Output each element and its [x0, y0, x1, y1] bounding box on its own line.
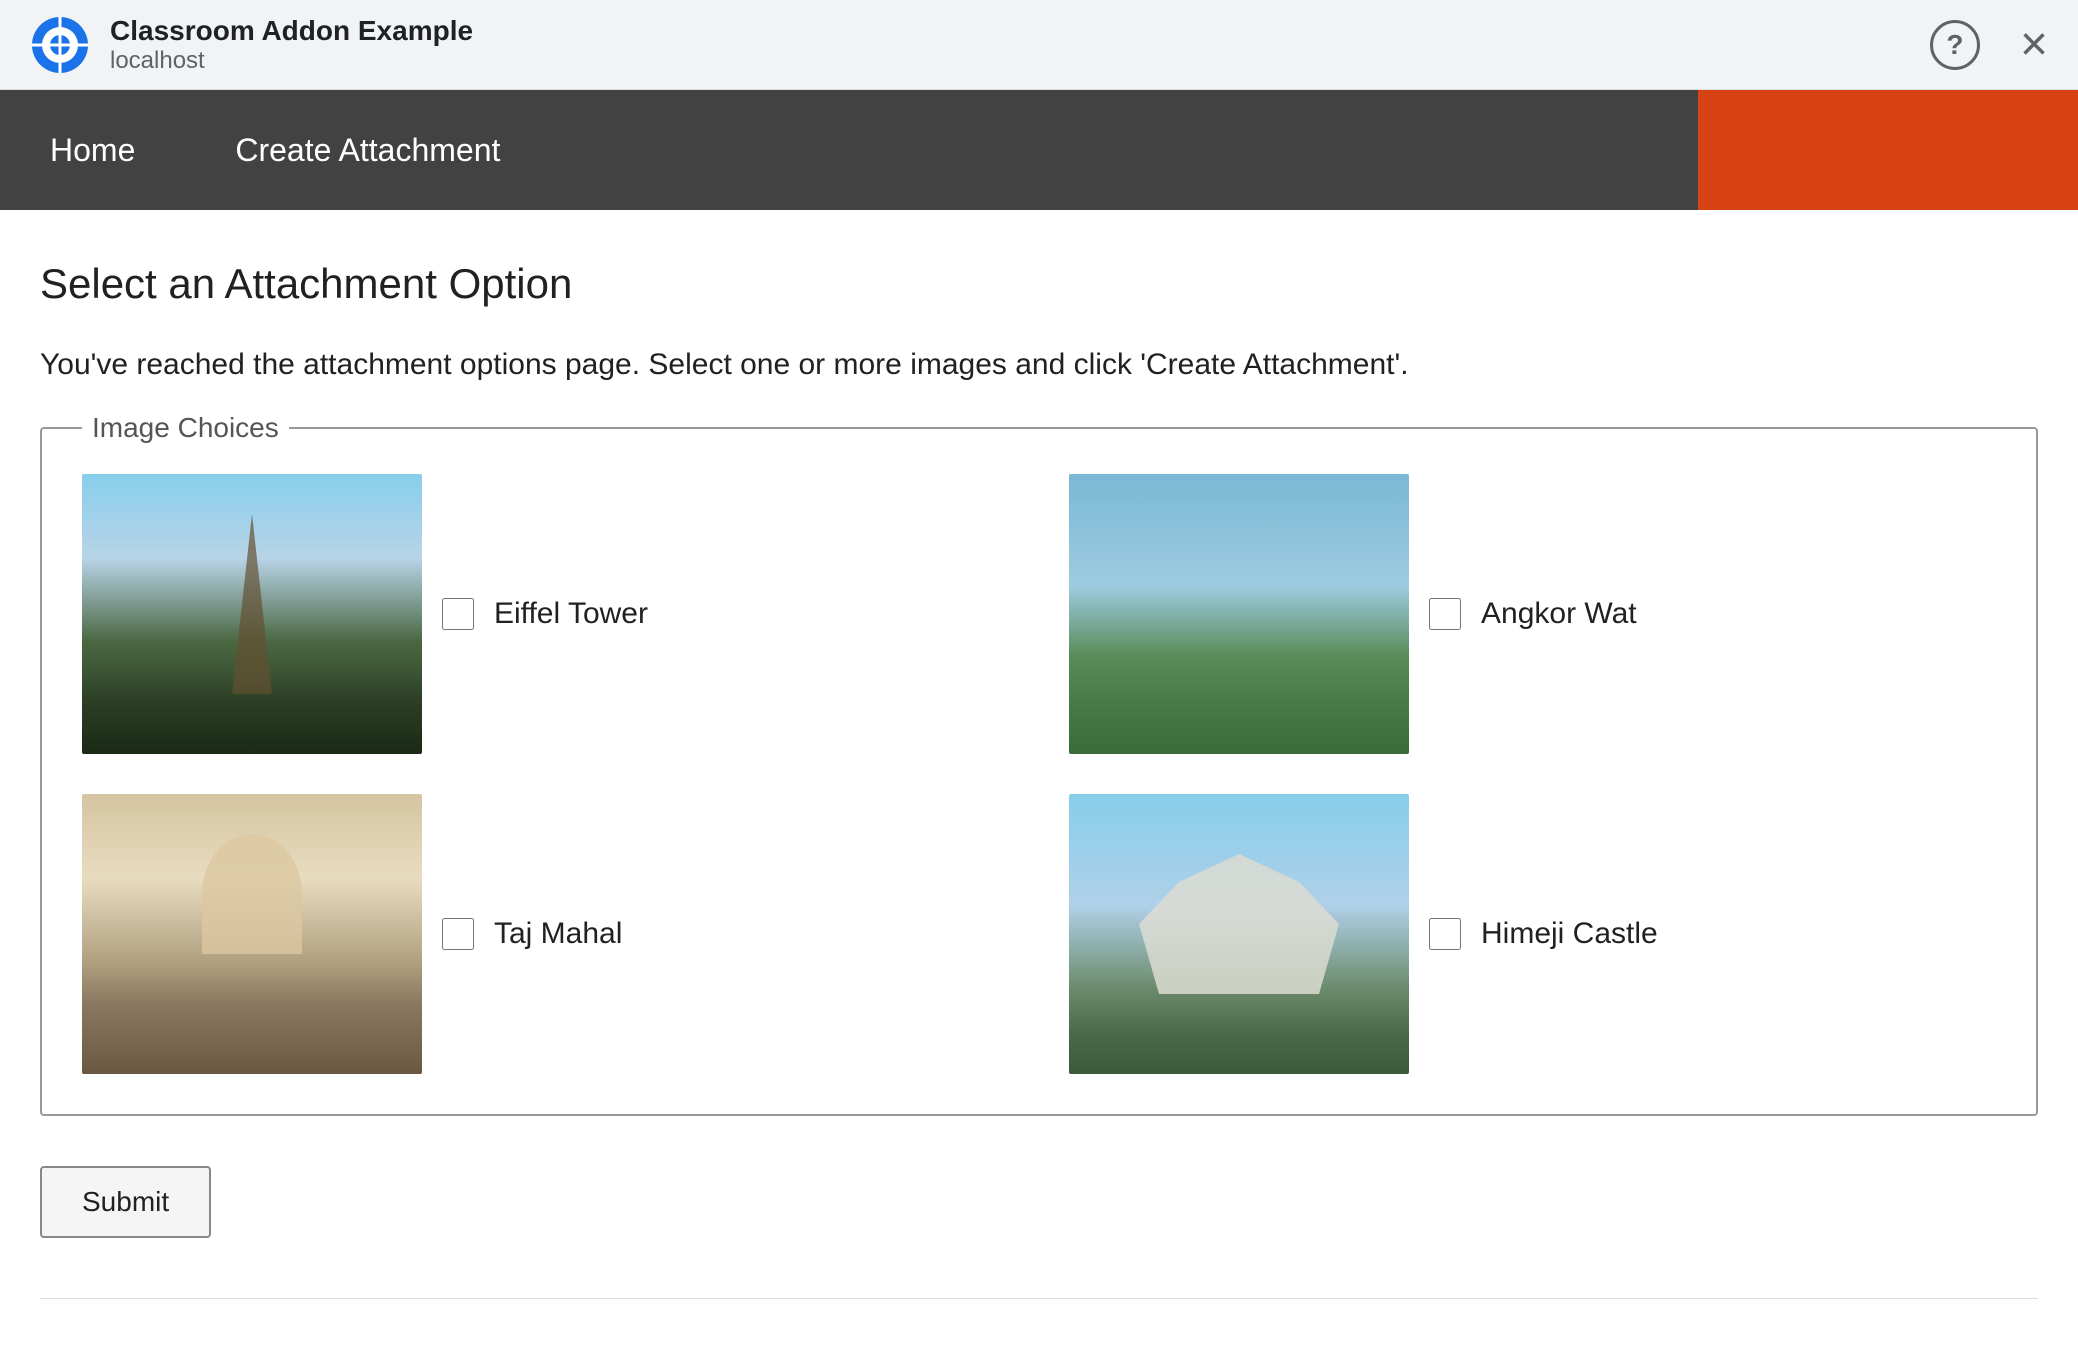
eiffel-tower-checkbox[interactable]: [442, 598, 474, 630]
bottom-divider: [40, 1298, 2038, 1299]
main-content: Select an Attachment Option You've reach…: [0, 210, 2078, 1349]
browser-actions: ? ×: [1930, 20, 2048, 70]
help-button[interactable]: ?: [1930, 20, 1980, 70]
close-button[interactable]: ×: [2020, 21, 2048, 69]
image-grid: Eiffel Tower Angkor Wat Taj Mahal Himeji…: [82, 474, 1996, 1074]
image-choices-legend: Image Choices: [82, 412, 289, 444]
nav-create-attachment[interactable]: Create Attachment: [185, 90, 550, 210]
eiffel-tower-image: [82, 474, 422, 754]
nav-home[interactable]: Home: [0, 90, 185, 210]
close-icon: ×: [2020, 18, 2048, 71]
himeji-castle-checkbox[interactable]: [1429, 918, 1461, 950]
browser-logo: [30, 15, 90, 75]
nav-spacer: [550, 90, 1698, 210]
angkor-wat-checkbox[interactable]: [1429, 598, 1461, 630]
page-description: You've reached the attachment options pa…: [40, 348, 2038, 382]
browser-url: localhost: [110, 47, 1930, 75]
browser-chrome: Classroom Addon Example localhost ? ×: [0, 0, 2078, 90]
page-title: Select an Attachment Option: [40, 260, 2038, 308]
browser-tab-title: Classroom Addon Example: [110, 15, 1930, 47]
taj-mahal-checkbox[interactable]: [442, 918, 474, 950]
list-item: Angkor Wat: [1069, 474, 1996, 754]
taj-mahal-label: Taj Mahal: [494, 917, 622, 951]
himeji-castle-label: Himeji Castle: [1481, 917, 1658, 951]
navbar: Home Create Attachment: [0, 90, 2078, 210]
browser-title-group: Classroom Addon Example localhost: [110, 15, 1930, 75]
himeji-castle-image: [1069, 794, 1409, 1074]
angkor-wat-label: Angkor Wat: [1481, 597, 1637, 631]
list-item: Eiffel Tower: [82, 474, 1009, 754]
image-choices-fieldset: Image Choices Eiffel Tower Angkor Wat Ta…: [40, 412, 2038, 1116]
taj-mahal-image: [82, 794, 422, 1074]
nav-accent-block: [1698, 90, 2078, 210]
eiffel-tower-label: Eiffel Tower: [494, 597, 648, 631]
submit-button[interactable]: Submit: [40, 1166, 211, 1238]
angkor-wat-image: [1069, 474, 1409, 754]
list-item: Taj Mahal: [82, 794, 1009, 1074]
list-item: Himeji Castle: [1069, 794, 1996, 1074]
help-icon: ?: [1930, 20, 1980, 70]
